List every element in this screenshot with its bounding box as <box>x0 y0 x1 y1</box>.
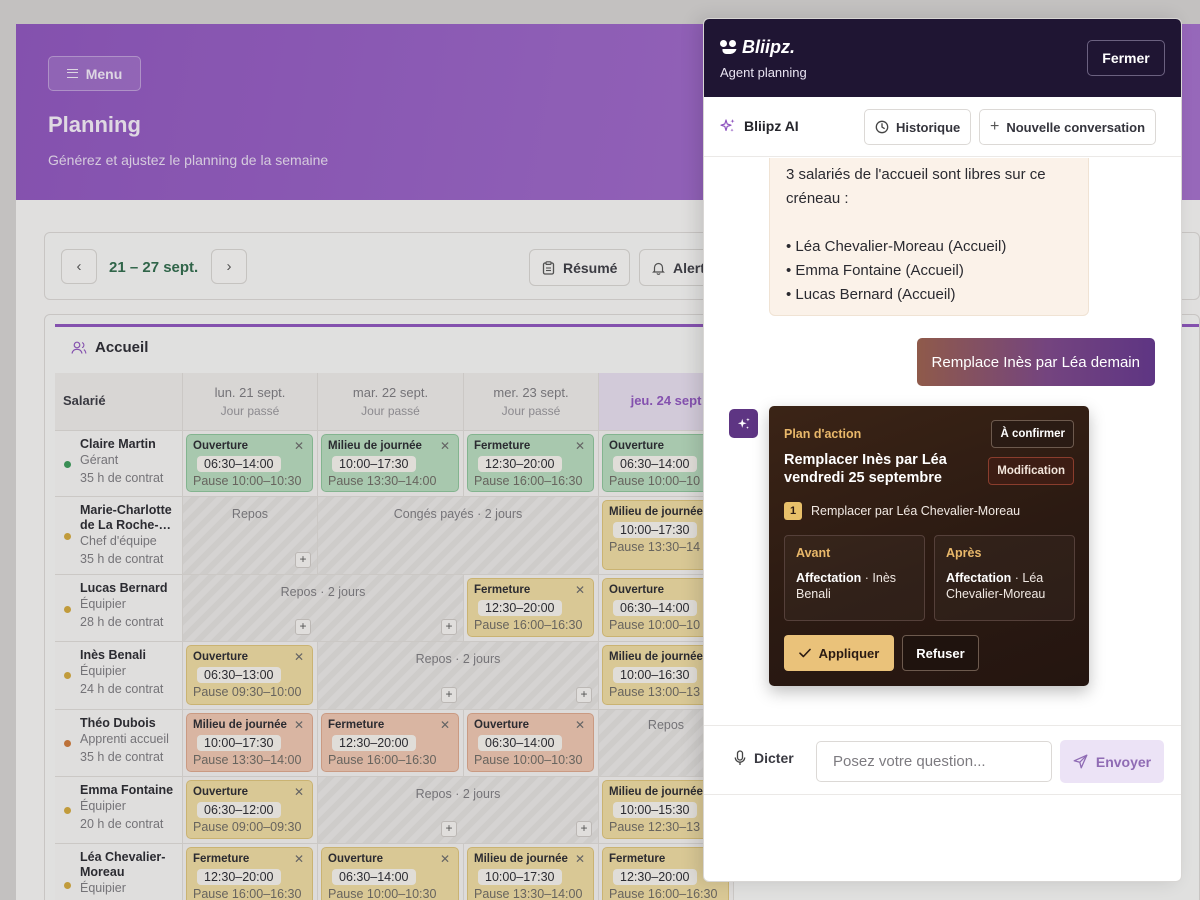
send-icon <box>1073 754 1088 769</box>
step-number: 1 <box>784 502 802 520</box>
panel-subtitle: Agent planning <box>720 65 807 80</box>
before-key: Affectation <box>796 571 862 585</box>
list-item: • Emma Fontaine (Accueil) <box>786 262 964 279</box>
assistant-toolbar: Bliipz AI Historique + Nouvelle conversa… <box>704 97 1181 157</box>
composer: Dicter Envoyer <box>704 725 1181 795</box>
user-message: Remplace Inès par Léa demain <box>916 338 1155 386</box>
sparkles-icon <box>720 119 735 132</box>
after-title: Après <box>946 546 982 560</box>
before-box: Avant Affectation · Inès Benali <box>784 535 925 621</box>
action-plan-kicker: Plan d'action <box>784 427 862 441</box>
step-text: Remplacer par Léa Chevalier-Moreau <box>811 504 1021 518</box>
new-conversation-label: Nouvelle conversation <box>1006 119 1146 135</box>
history-button[interactable]: Historique <box>864 109 972 145</box>
close-button[interactable]: Fermer <box>1087 40 1165 76</box>
plus-icon: + <box>990 118 1000 135</box>
clock-icon <box>875 120 889 134</box>
apply-label: Appliquer <box>818 645 880 661</box>
assistant-title: Bliipz AI <box>720 118 799 134</box>
assistant-avatar <box>729 409 758 438</box>
before-title: Avant <box>796 546 831 560</box>
assistant-message: 3 salariés de l'accueil sont libres sur … <box>769 158 1089 316</box>
question-input[interactable] <box>816 741 1052 782</box>
message-line: 3 salariés de l'accueil sont libres sur … <box>786 166 1046 183</box>
list-item: • Léa Chevalier-Moreau (Accueil) <box>786 238 1007 255</box>
apply-button[interactable]: Appliquer <box>784 635 894 671</box>
dictate-label: Dicter <box>754 750 794 766</box>
dictate-button[interactable]: Dicter <box>734 750 794 766</box>
bliipz-logo-icon <box>720 39 738 56</box>
brand-name: Bliipz. <box>742 37 795 57</box>
brand-logo: Bliipz. <box>720 37 795 58</box>
refuse-button[interactable]: Refuser <box>902 635 979 671</box>
new-conversation-button[interactable]: + Nouvelle conversation <box>979 109 1157 145</box>
message-line: créneau : <box>786 190 849 207</box>
action-plan-title: Remplacer Inès par Léa vendredi 25 septe… <box>784 452 947 486</box>
sparkles-icon <box>737 417 750 429</box>
conversation-thread: 3 salariés de l'accueil sont libres sur … <box>704 158 1181 724</box>
ai-assistant-panel: Bliipz. Agent planning Fermer Bliipz AI … <box>703 18 1182 882</box>
panel-header: Bliipz. Agent planning Fermer <box>704 19 1181 97</box>
send-button[interactable]: Envoyer <box>1060 740 1164 783</box>
action-plan-card: Plan d'action Remplacer Inès par Léa ven… <box>769 406 1089 686</box>
after-box: Après Affectation · Léa Chevalier-Moreau <box>934 535 1075 621</box>
send-label: Envoyer <box>1095 753 1152 770</box>
status-badge-modification: Modification <box>988 457 1074 485</box>
assistant-name: Bliipz AI <box>744 118 799 134</box>
status-badge-to-confirm: À confirmer <box>991 420 1074 448</box>
history-label: Historique <box>896 119 961 135</box>
after-key: Affectation <box>946 571 1012 585</box>
microphone-icon <box>734 750 746 765</box>
action-step: 1 Remplacer par Léa Chevalier-Moreau <box>784 502 1020 520</box>
list-item: • Lucas Bernard (Accueil) <box>786 286 956 303</box>
check-icon <box>798 648 811 658</box>
